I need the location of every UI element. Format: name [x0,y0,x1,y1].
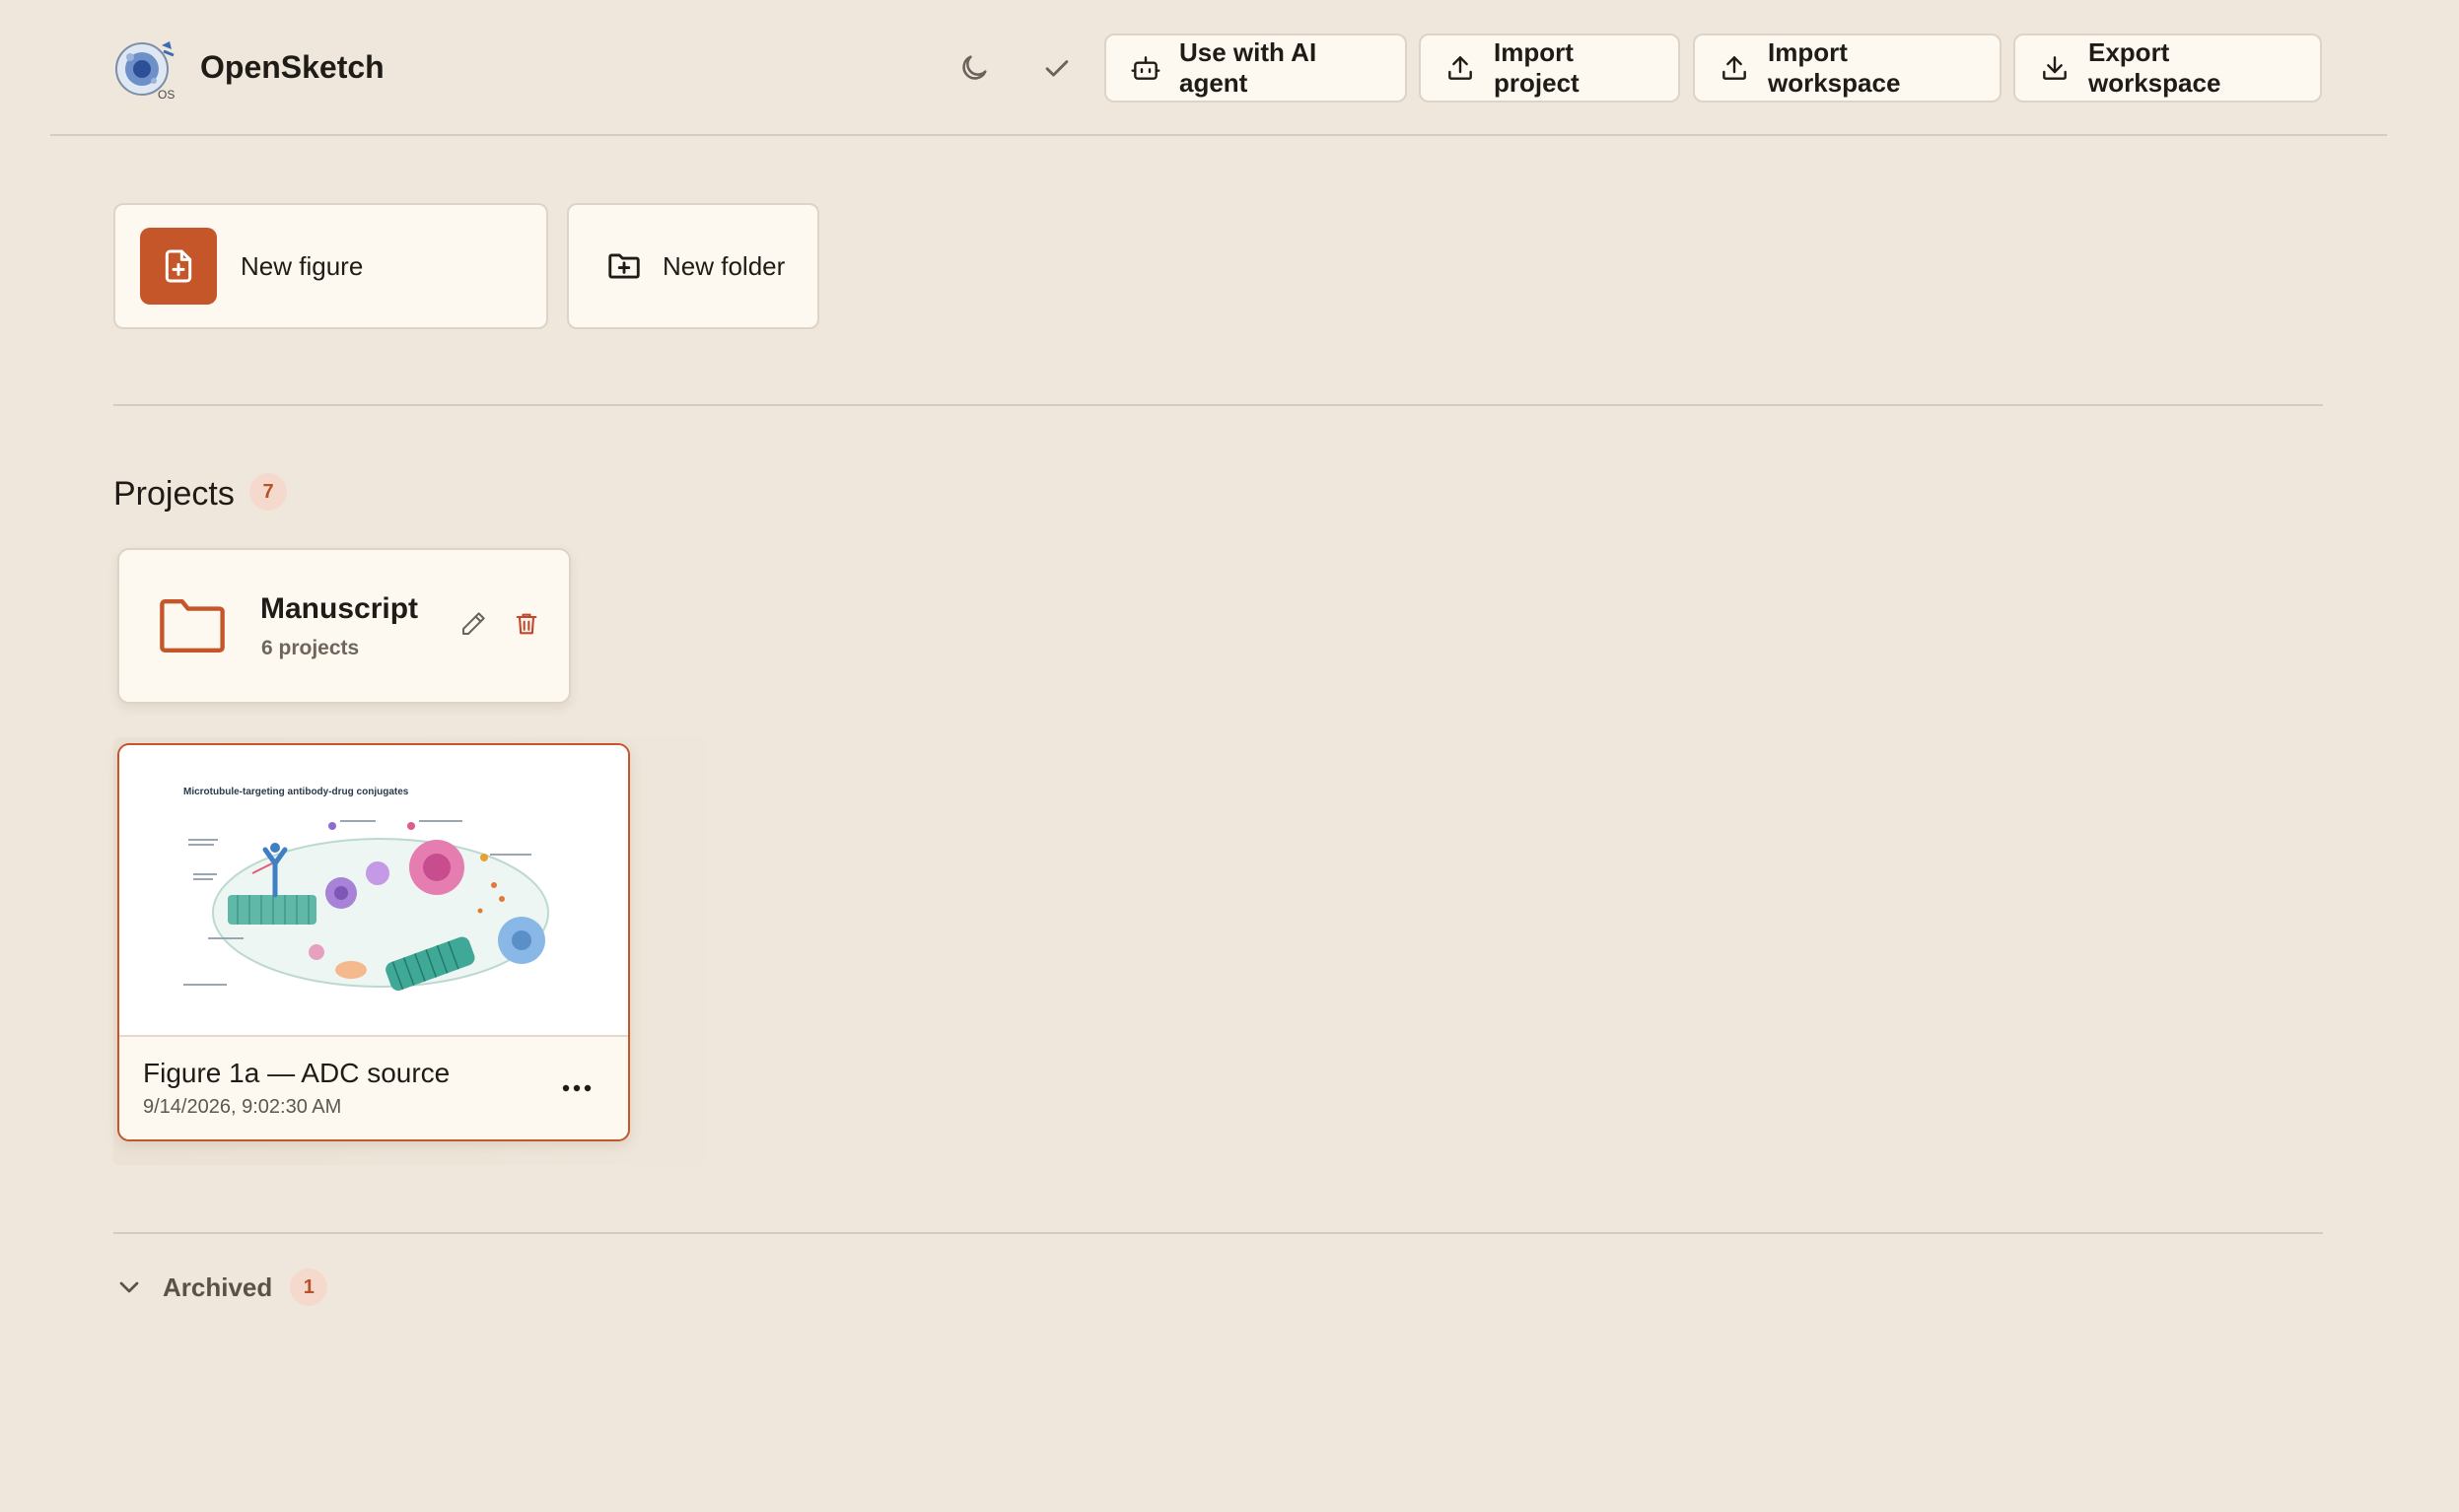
project-name: Figure 1a — ADC source [143,1058,451,1088]
new-folder-button[interactable]: New folder [567,203,819,329]
header-divider [50,134,2387,136]
section-divider [113,404,2323,406]
projects-heading: Projects [113,475,235,513]
saved-status-button[interactable] [1031,42,1083,94]
new-figure-button[interactable]: New figure [113,203,548,329]
project-date: 9/14/2026, 9:02:30 AM [143,1096,342,1118]
export-workspace-button[interactable]: Export workspace [2013,34,2322,103]
thumbnail-title: Microtubule-targeting antibody-drug conj… [183,787,409,797]
app-logo: OS [112,35,179,103]
use-with-ai-agent-button[interactable]: Use with AI agent [1104,34,1407,103]
file-plus-icon [159,246,198,286]
folder-icon [158,595,227,656]
new-figure-tile [140,228,217,305]
project-thumbnail: Microtubule-targeting antibody-drug conj… [119,745,628,1037]
archived-label: Archived [163,1271,273,1302]
import-project-label: Import project [1494,37,1580,98]
theme-toggle-button[interactable] [948,42,1000,94]
download-icon [2039,52,2071,84]
chevron-down-icon [113,1271,145,1303]
upload-icon [1719,52,1750,84]
moon-icon [957,51,991,85]
folder-project-count: 6 projects [261,637,360,659]
use-with-ai-agent-label: Use with AI agent [1179,37,1317,98]
check-icon [1040,51,1074,85]
project-more-button[interactable] [552,1070,601,1106]
upload-icon [1444,52,1476,84]
projects-count-badge: 7 [249,473,287,511]
archived-divider [113,1232,2323,1234]
rename-folder-button[interactable] [448,598,499,650]
import-workspace-button[interactable]: Import workspace [1693,34,2002,103]
robot-icon [1130,52,1161,84]
export-workspace-label: Export workspace [2088,37,2221,98]
pencil-icon [458,609,488,639]
archived-count-badge: 1 [290,1269,328,1306]
folder-name: Manuscript [260,592,419,625]
import-project-button[interactable]: Import project [1419,34,1680,103]
more-icon [562,1084,592,1092]
trash-icon [513,610,540,638]
import-workspace-label: Import workspace [1768,37,1901,98]
delete-folder-button[interactable] [501,598,552,650]
archived-toggle[interactable]: Archived 1 [113,1268,328,1307]
new-figure-label: New figure [241,250,364,281]
app-title: OpenSketch [200,49,385,85]
folder-plus-icon [605,247,643,285]
new-folder-label: New folder [663,250,786,281]
logo-text: OS [158,88,175,102]
